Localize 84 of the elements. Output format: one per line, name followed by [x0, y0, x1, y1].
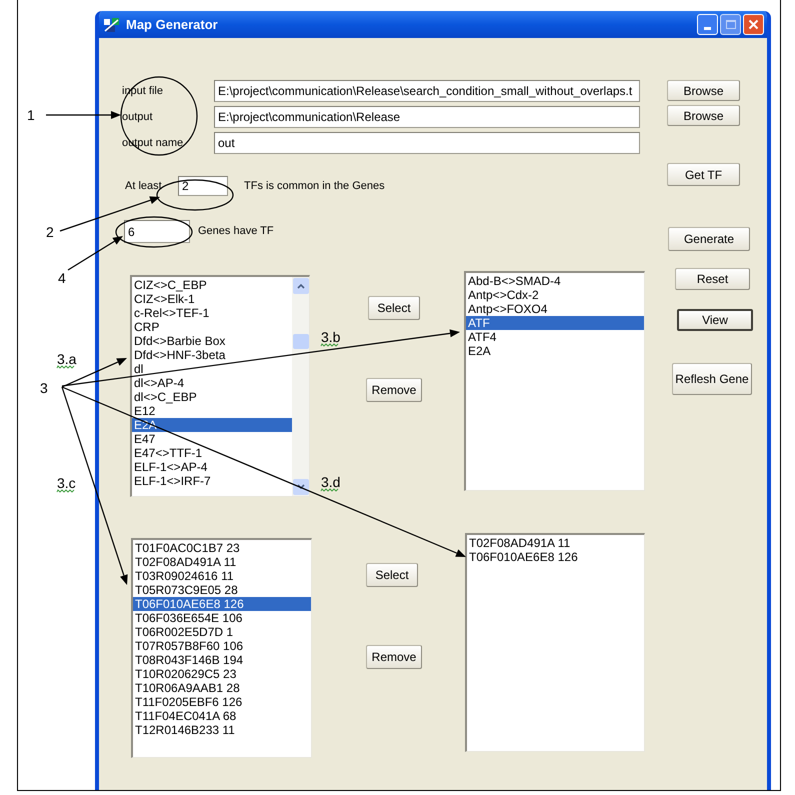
list-item[interactable]: ATF4 — [466, 330, 644, 344]
list-item[interactable]: T08R043F146B 194 — [133, 653, 311, 667]
list-item[interactable]: T06R002E5D7D 1 — [133, 625, 311, 639]
browse-button[interactable]: Browse — [667, 105, 740, 126]
chevron-up-icon — [296, 283, 304, 289]
get-tf-button[interactable]: Get TF — [667, 163, 740, 186]
action-button[interactable]: View — [677, 309, 753, 331]
list-item[interactable]: T02F08AD491A 11 — [467, 536, 644, 550]
scroll-thumb[interactable] — [292, 334, 308, 349]
list-item[interactable]: T10R020629C5 23 — [133, 667, 311, 681]
spellcheck-underline — [320, 488, 338, 492]
window-title: Map Generator — [126, 16, 218, 34]
app-icon — [103, 16, 121, 32]
list-item[interactable]: T11F04EC041A 68 — [133, 709, 311, 723]
annotation-label: 3 — [40, 380, 48, 396]
annotation-arrow — [68, 236, 123, 271]
scrollbar[interactable] — [292, 277, 309, 496]
number-field[interactable]: 2 — [178, 176, 228, 196]
list-item[interactable]: ATF — [466, 316, 644, 330]
action-button[interactable]: Reflesh Gene — [672, 363, 752, 395]
annotation-label: 1 — [27, 107, 35, 123]
list-item[interactable]: E47 — [132, 432, 292, 446]
list-item[interactable]: dl — [132, 362, 292, 376]
list-item[interactable]: T05R073C9E05 28 — [133, 583, 311, 597]
list-item[interactable]: E12 — [132, 404, 292, 418]
field-label: output — [122, 110, 154, 125]
list-item[interactable]: CRP — [132, 320, 292, 334]
field-label: At least — [125, 178, 163, 194]
list-item[interactable]: Antp<>FOXO4 — [466, 302, 644, 316]
close-icon — [748, 19, 759, 30]
list-item[interactable]: T03R09024616 11 — [133, 569, 311, 583]
action-button[interactable]: Reset — [675, 268, 750, 290]
annotation-label: 4 — [58, 270, 66, 286]
annotation-label: 3.d — [321, 474, 340, 490]
list-item[interactable]: T12R0146B233 11 — [133, 723, 311, 737]
list-item[interactable]: T11F0205EBF6 126 — [133, 695, 311, 709]
text-field[interactable]: out — [214, 132, 640, 154]
annotation-label: 3.b — [321, 329, 340, 345]
list-item[interactable]: dl<>C_EBP — [132, 390, 292, 404]
list-item[interactable]: T06F010AE6E8 126 — [467, 550, 644, 564]
list-item[interactable]: T07R057B8F60 106 — [133, 639, 311, 653]
list-item[interactable]: ELF-1<>AP-4 — [132, 460, 292, 474]
list-item[interactable]: CIZ<>C_EBP — [132, 278, 292, 292]
action-button[interactable]: Generate — [668, 227, 750, 251]
minimize-button[interactable] — [697, 14, 718, 35]
chevron-down-icon — [296, 484, 304, 490]
close-button[interactable] — [743, 14, 764, 35]
list-item[interactable]: Abd-B<>SMAD-4 — [466, 274, 644, 288]
text-field[interactable]: E:\project\communication\Release\search_condition_small_without_overlaps.t — [214, 80, 640, 102]
list-item[interactable]: T06F010AE6E8 126 — [133, 597, 311, 611]
list-box[interactable] — [131, 538, 312, 758]
spellcheck-underline — [320, 343, 338, 347]
list-item[interactable]: E47<>TTF-1 — [132, 446, 292, 460]
text-field[interactable]: E:\project\communication\Release — [214, 106, 640, 128]
annotation-label: 2 — [46, 224, 54, 240]
spellcheck-underline — [56, 489, 74, 493]
number-field[interactable]: 6 — [124, 220, 190, 243]
scroll-down-button[interactable] — [292, 479, 308, 495]
spellcheck-underline — [56, 365, 74, 369]
annotation-label: 3.a — [57, 351, 76, 367]
list-item[interactable]: c-Rel<>TEF-1 — [132, 306, 292, 320]
maximize-button[interactable] — [720, 14, 741, 35]
remove-button[interactable]: Remove — [366, 645, 422, 669]
remove-button[interactable]: Remove — [366, 378, 422, 402]
scroll-up-button[interactable] — [292, 278, 308, 294]
list-item[interactable]: T10R06A9AAB1 28 — [133, 681, 311, 695]
select-button[interactable]: Select — [368, 296, 420, 320]
list-item[interactable]: T01F0AC0C1B7 23 — [133, 541, 311, 555]
annotation-label: 3.c — [57, 475, 76, 491]
list-item[interactable]: T02F08AD491A 11 — [133, 555, 311, 569]
select-button[interactable]: Select — [366, 563, 418, 587]
list-box[interactable]: T02F08AD491A 11 T06F010AE6E8 126 — [465, 533, 645, 752]
list-item[interactable]: T06F036E654E 106 — [133, 611, 311, 625]
list-item[interactable]: CIZ<>Elk-1 — [132, 292, 292, 306]
list-item[interactable]: ELF-1<>IRF-7 — [132, 474, 292, 488]
browse-button[interactable]: Browse — [667, 80, 740, 101]
list-item[interactable]: dl<>AP-4 — [132, 376, 292, 390]
list-item[interactable]: Dfd<>Barbie Box — [132, 334, 292, 348]
list-item[interactable]: Dfd<>HNF-3beta — [132, 348, 292, 362]
field-label: TFs is common in the Genes — [244, 178, 385, 194]
list-item[interactable]: Antp<>Cdx-2 — [466, 288, 644, 302]
field-label: Genes have TF — [198, 224, 274, 240]
list-item[interactable]: E2A — [466, 344, 644, 358]
list-box[interactable]: Abd-B<>SMAD-4 Antp<>Cdx-2 Antp<>FOXO4 ATF ATF4 E2A — [464, 271, 645, 491]
